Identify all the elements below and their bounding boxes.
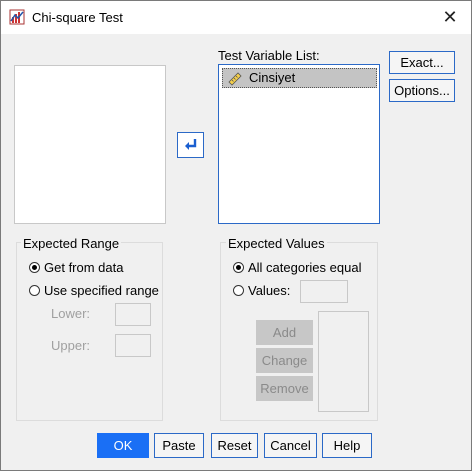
move-variable-button[interactable] bbox=[177, 132, 204, 158]
ok-button[interactable]: OK bbox=[97, 433, 149, 458]
reset-button[interactable]: Reset bbox=[211, 433, 258, 458]
change-button[interactable]: Change bbox=[256, 348, 313, 373]
upper-label: Upper: bbox=[51, 338, 91, 353]
help-button[interactable]: Help bbox=[322, 433, 372, 458]
get-from-data-radio[interactable] bbox=[29, 262, 40, 273]
get-from-data-label[interactable]: Get from data bbox=[44, 260, 123, 275]
reset-button-label: Reset bbox=[217, 438, 252, 453]
list-item-label: Cinsiyet bbox=[249, 70, 296, 85]
ok-button-label: OK bbox=[113, 438, 133, 453]
close-icon[interactable]: ✕ bbox=[437, 6, 463, 28]
paste-button-label: Paste bbox=[162, 438, 196, 453]
remove-button[interactable]: Remove bbox=[256, 376, 313, 401]
options-button[interactable]: Options... bbox=[389, 79, 455, 102]
ruler-icon bbox=[228, 72, 242, 86]
expected-range-title: Expected Range bbox=[21, 236, 122, 251]
cancel-button-label: Cancel bbox=[270, 438, 311, 453]
values-label[interactable]: Values: bbox=[248, 283, 290, 298]
add-button[interactable]: Add bbox=[256, 320, 313, 345]
all-categories-equal-label[interactable]: All categories equal bbox=[248, 260, 361, 275]
help-button-label: Help bbox=[333, 438, 361, 453]
list-item[interactable]: Cinsiyet bbox=[222, 68, 377, 88]
remove-button-label: Remove bbox=[260, 381, 309, 396]
lower-label: Lower: bbox=[51, 306, 91, 321]
exact-button-label: Exact... bbox=[400, 55, 444, 70]
expected-values-title: Expected Values bbox=[226, 236, 327, 251]
chi-square-dialog: Chi-square Test ✕ Test Variable List: Ci… bbox=[0, 0, 472, 471]
use-specified-range-label[interactable]: Use specified range bbox=[44, 283, 159, 298]
values-radio[interactable] bbox=[233, 285, 244, 296]
options-button-label: Options... bbox=[394, 83, 450, 98]
app-icon bbox=[9, 9, 25, 25]
arrow-left-icon bbox=[185, 139, 197, 150]
add-button-label: Add bbox=[272, 325, 297, 340]
use-specified-range-radio[interactable] bbox=[29, 285, 40, 296]
upper-input[interactable] bbox=[115, 334, 151, 357]
paste-button[interactable]: Paste bbox=[154, 433, 204, 458]
cancel-button[interactable]: Cancel bbox=[264, 433, 317, 458]
title-bar[interactable]: Chi-square Test ✕ bbox=[1, 1, 471, 34]
values-input[interactable] bbox=[300, 280, 348, 303]
change-button-label: Change bbox=[261, 353, 308, 368]
all-categories-equal-radio[interactable] bbox=[233, 262, 244, 273]
test-variable-list-label: Test Variable List: bbox=[218, 48, 320, 63]
source-variable-list[interactable] bbox=[14, 65, 166, 224]
test-variable-list[interactable]: Cinsiyet bbox=[218, 64, 380, 224]
values-list[interactable] bbox=[318, 311, 369, 412]
window-title: Chi-square Test bbox=[32, 10, 123, 25]
lower-input[interactable] bbox=[115, 303, 151, 326]
exact-button[interactable]: Exact... bbox=[389, 51, 455, 74]
